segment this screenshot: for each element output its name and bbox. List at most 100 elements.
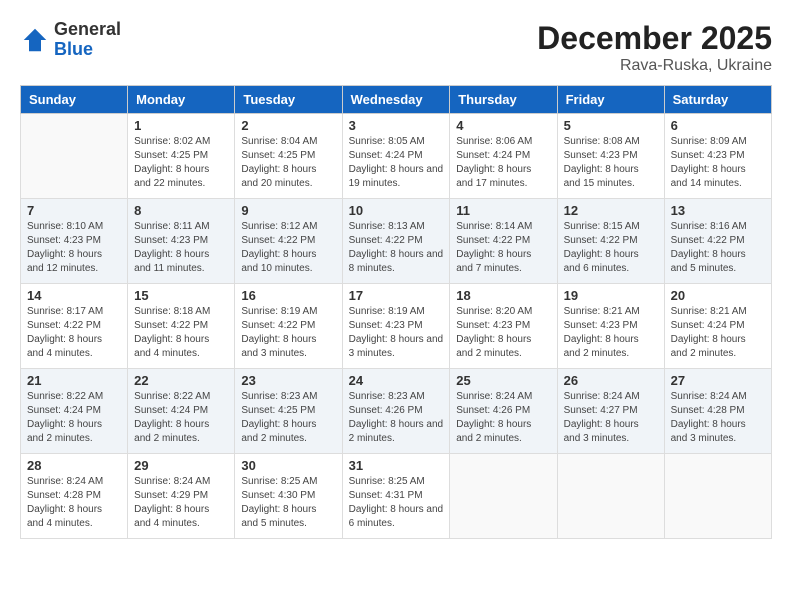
table-row: 22 Sunrise: 8:22 AMSunset: 4:24 PMDayligh…	[128, 369, 235, 454]
table-row: 26Sunrise: 8:24 AMSunset: 4:27 PMDayligh…	[557, 369, 664, 454]
calendar-week-row: 1Sunrise: 8:02 AMSunset: 4:25 PMDaylight…	[21, 114, 772, 199]
day-info: Sunrise: 8:24 AMSunset: 4:28 PMDaylight:…	[27, 475, 121, 531]
day-info: Sunrise: 8:06 AMSunset: 4:24 PMDaylight:…	[456, 135, 550, 191]
table-row: 12Sunrise: 8:15 AMSunset: 4:22 PMDayligh…	[557, 199, 664, 284]
day-info: Sunrise: 8:20 AMSunset: 4:23 PMDaylight:…	[456, 305, 550, 361]
day-number: 27	[671, 373, 765, 388]
day-info: Sunrise: 8:15 AMSunset: 4:22 PMDaylight:…	[564, 220, 658, 276]
day-number: 7	[27, 203, 121, 218]
day-info: Sunrise: 8:24 AMSunset: 4:27 PMDaylight:…	[564, 390, 658, 446]
day-number: 8	[134, 203, 228, 218]
day-number: 31	[349, 458, 444, 473]
day-number: 9	[241, 203, 335, 218]
table-row: 5 Sunrise: 8:08 AMSunset: 4:23 PMDaylight…	[557, 114, 664, 199]
table-row: 15 Sunrise: 8:18 AMSunset: 4:22 PMDayligh…	[128, 284, 235, 369]
day-number: 25	[456, 373, 550, 388]
day-info: Sunrise: 8:17 AMSunset: 4:22 PMDaylight:…	[27, 305, 121, 361]
table-row: 20Sunrise: 8:21 AMSunset: 4:24 PMDayligh…	[664, 284, 771, 369]
table-row: 16 Sunrise: 8:19 AMSunset: 4:22 PMDayligh…	[235, 284, 342, 369]
table-row: 31 Sunrise: 8:25 AMSunset: 4:31 PMDayligh…	[342, 454, 450, 539]
day-number: 17	[349, 288, 444, 303]
day-info: Sunrise: 8:12 AMSunset: 4:22 PMDaylight:…	[241, 220, 335, 276]
day-number: 14	[27, 288, 121, 303]
day-info: Sunrise: 8:18 AMSunset: 4:22 PMDaylight:…	[134, 305, 228, 361]
day-info: Sunrise: 8:19 AMSunset: 4:23 PMDaylight:…	[349, 305, 444, 361]
day-number: 29	[134, 458, 228, 473]
table-row: 8Sunrise: 8:11 AMSunset: 4:23 PMDaylight…	[128, 199, 235, 284]
day-number: 13	[671, 203, 765, 218]
day-number: 10	[349, 203, 444, 218]
day-info: Sunrise: 8:08 AMSunset: 4:23 PMDaylight:…	[564, 135, 658, 191]
table-row	[557, 454, 664, 539]
logo-text: General Blue	[54, 20, 121, 60]
day-number: 30	[241, 458, 335, 473]
table-row: 14 Sunrise: 8:17 AMSunset: 4:22 PMDayligh…	[21, 284, 128, 369]
day-number: 4	[456, 118, 550, 133]
day-info: Sunrise: 8:22 AMSunset: 4:24 PMDaylight:…	[134, 390, 228, 446]
table-row: 25 Sunrise: 8:24 AMSunset: 4:26 PMDayligh…	[450, 369, 557, 454]
calendar-subtitle: Rava-Ruska, Ukraine	[537, 57, 772, 75]
table-row: 9 Sunrise: 8:12 AMSunset: 4:22 PMDaylight…	[235, 199, 342, 284]
day-number: 18	[456, 288, 550, 303]
table-row	[450, 454, 557, 539]
table-row	[664, 454, 771, 539]
day-number: 28	[27, 458, 121, 473]
table-row: 23Sunrise: 8:23 AMSunset: 4:25 PMDayligh…	[235, 369, 342, 454]
table-row: 3Sunrise: 8:05 AMSunset: 4:24 PMDaylight…	[342, 114, 450, 199]
header-thursday: Thursday	[450, 86, 557, 114]
day-info: Sunrise: 8:24 AMSunset: 4:29 PMDaylight:…	[134, 475, 228, 531]
day-info: Sunrise: 8:05 AMSunset: 4:24 PMDaylight:…	[349, 135, 444, 191]
day-info: Sunrise: 8:24 AMSunset: 4:28 PMDaylight:…	[671, 390, 765, 446]
table-row: 11Sunrise: 8:14 AMSunset: 4:22 PMDayligh…	[450, 199, 557, 284]
day-number: 5	[564, 118, 658, 133]
header-sunday: Sunday	[21, 86, 128, 114]
table-row: 17 Sunrise: 8:19 AMSunset: 4:23 PMDayligh…	[342, 284, 450, 369]
table-row: 19 Sunrise: 8:21 AMSunset: 4:23 PMDayligh…	[557, 284, 664, 369]
day-info: Sunrise: 8:21 AMSunset: 4:23 PMDaylight:…	[564, 305, 658, 361]
title-block: December 2025 Rava-Ruska, Ukraine	[537, 20, 772, 75]
table-row: 6 Sunrise: 8:09 AMSunset: 4:23 PMDaylight…	[664, 114, 771, 199]
calendar-title: December 2025	[537, 20, 772, 57]
day-info: Sunrise: 8:25 AMSunset: 4:31 PMDaylight:…	[349, 475, 444, 531]
table-row: 4 Sunrise: 8:06 AMSunset: 4:24 PMDaylight…	[450, 114, 557, 199]
calendar-week-row: 7 Sunrise: 8:10 AMSunset: 4:23 PMDaylight…	[21, 199, 772, 284]
calendar-week-row: 14 Sunrise: 8:17 AMSunset: 4:22 PMDayligh…	[21, 284, 772, 369]
day-number: 23	[241, 373, 335, 388]
table-row: 18 Sunrise: 8:20 AMSunset: 4:23 PMDayligh…	[450, 284, 557, 369]
day-info: Sunrise: 8:10 AMSunset: 4:23 PMDaylight:…	[27, 220, 121, 276]
page-header: General Blue December 2025 Rava-Ruska, U…	[20, 20, 772, 75]
day-number: 19	[564, 288, 658, 303]
calendar-week-row: 21 Sunrise: 8:22 AMSunset: 4:24 PMDayligh…	[21, 369, 772, 454]
day-number: 1	[134, 118, 228, 133]
logo-blue: Blue	[54, 40, 121, 60]
day-info: Sunrise: 8:19 AMSunset: 4:22 PMDaylight:…	[241, 305, 335, 361]
day-number: 20	[671, 288, 765, 303]
table-row: 10 Sunrise: 8:13 AMSunset: 4:22 PMDayligh…	[342, 199, 450, 284]
day-number: 24	[349, 373, 444, 388]
table-row: 29 Sunrise: 8:24 AMSunset: 4:29 PMDayligh…	[128, 454, 235, 539]
day-info: Sunrise: 8:24 AMSunset: 4:26 PMDaylight:…	[456, 390, 550, 446]
day-info: Sunrise: 8:04 AMSunset: 4:25 PMDaylight:…	[241, 135, 335, 191]
table-row: 30Sunrise: 8:25 AMSunset: 4:30 PMDayligh…	[235, 454, 342, 539]
table-row: 21Sunrise: 8:22 AMSunset: 4:24 PMDayligh…	[21, 369, 128, 454]
day-info: Sunrise: 8:13 AMSunset: 4:22 PMDaylight:…	[349, 220, 444, 276]
table-row: 13 Sunrise: 8:16 AMSunset: 4:22 PMDayligh…	[664, 199, 771, 284]
day-number: 22	[134, 373, 228, 388]
day-number: 16	[241, 288, 335, 303]
header-friday: Friday	[557, 86, 664, 114]
table-row: 7 Sunrise: 8:10 AMSunset: 4:23 PMDaylight…	[21, 199, 128, 284]
day-number: 11	[456, 203, 550, 218]
day-number: 21	[27, 373, 121, 388]
day-info: Sunrise: 8:16 AMSunset: 4:22 PMDaylight:…	[671, 220, 765, 276]
header-monday: Monday	[128, 86, 235, 114]
day-info: Sunrise: 8:09 AMSunset: 4:23 PMDaylight:…	[671, 135, 765, 191]
day-info: Sunrise: 8:23 AMSunset: 4:26 PMDaylight:…	[349, 390, 444, 446]
day-number: 6	[671, 118, 765, 133]
table-row	[21, 114, 128, 199]
table-row: 1Sunrise: 8:02 AMSunset: 4:25 PMDaylight…	[128, 114, 235, 199]
day-number: 2	[241, 118, 335, 133]
header-saturday: Saturday	[664, 86, 771, 114]
table-row: 24 Sunrise: 8:23 AMSunset: 4:26 PMDayligh…	[342, 369, 450, 454]
calendar-table: Sunday Monday Tuesday Wednesday Thursday…	[20, 85, 772, 539]
day-number: 15	[134, 288, 228, 303]
